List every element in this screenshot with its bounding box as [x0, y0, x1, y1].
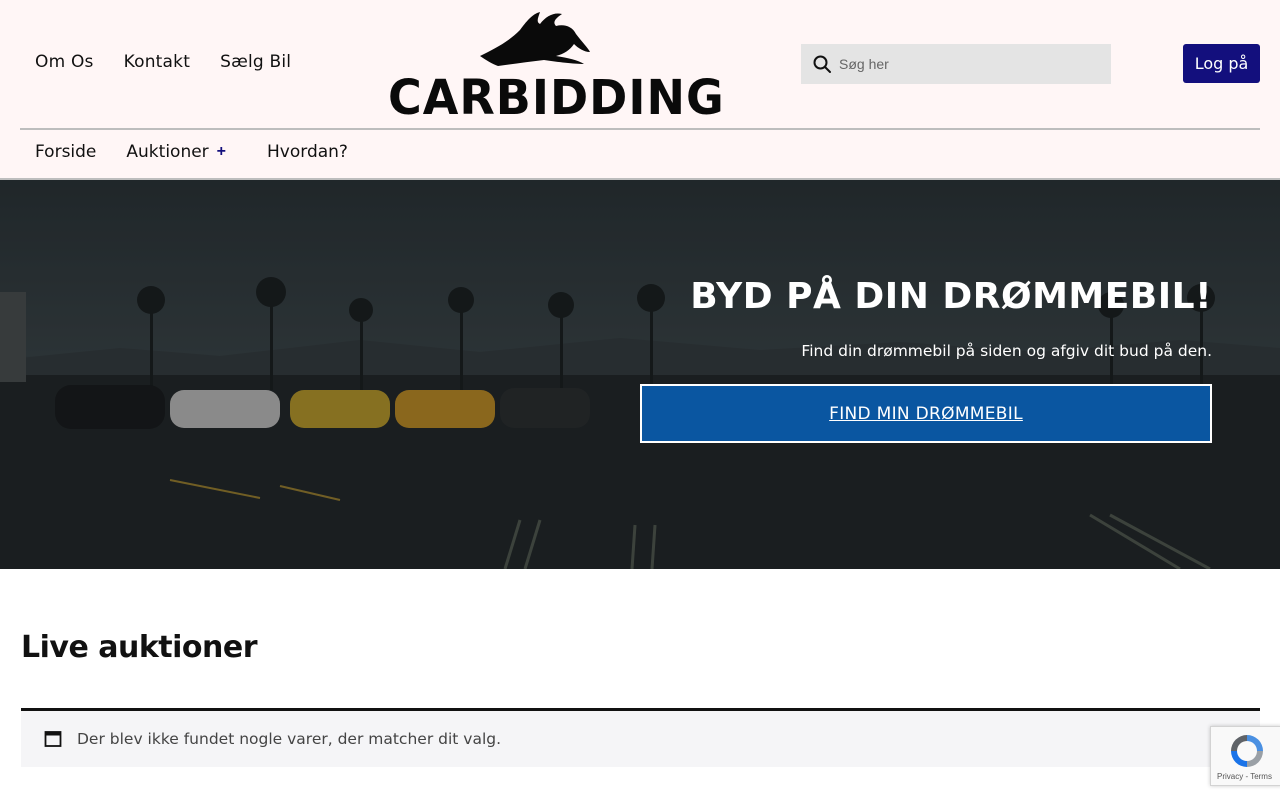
top-nav: Om Os Kontakt Sælg Bil: [35, 52, 291, 72]
nav-link-hvordan[interactable]: Hvordan?: [267, 142, 348, 162]
search-icon: [813, 55, 831, 73]
expand-plus-icon[interactable]: +: [217, 143, 226, 161]
nav-link-saelg-bil[interactable]: Sælg Bil: [220, 52, 291, 72]
login-button[interactable]: Log på: [1183, 44, 1260, 83]
search-box[interactable]: [801, 44, 1111, 84]
hero-background-image: [0, 180, 1280, 569]
empty-results-text: Der blev ikke fundet nogle varer, der ma…: [77, 730, 502, 748]
hero-subtitle: Find din drømmebil på siden og afgiv dit…: [801, 342, 1212, 360]
fox-logo-icon: [480, 12, 590, 66]
main-nav: Forside Auktioner + Hvordan?: [35, 142, 348, 162]
hero-banner: BYD PÅ DIN DRØMMEBIL! Find din drømmebil…: [0, 180, 1280, 569]
nav-link-om-os[interactable]: Om Os: [35, 52, 94, 72]
recaptcha-footer: Privacy - Terms: [1217, 772, 1272, 781]
nav-link-kontakt[interactable]: Kontakt: [124, 52, 190, 72]
logo-wordmark: CARBIDDING: [388, 68, 725, 126]
site-header: Om Os Kontakt Sælg Bil CARBIDDING Log på…: [0, 0, 1280, 180]
find-dream-car-button[interactable]: FIND MIN DRØMMEBIL: [640, 384, 1212, 443]
calendar-icon: [44, 731, 62, 747]
site-logo[interactable]: CARBIDDING: [388, 8, 725, 126]
empty-results-notice: Der blev ikke fundet nogle varer, der ma…: [21, 708, 1260, 767]
recaptcha-icon: [1231, 735, 1263, 767]
live-auctions-title: Live auktioner: [21, 630, 258, 665]
recaptcha-badge[interactable]: Privacy - Terms: [1210, 726, 1280, 786]
nav-link-auktioner[interactable]: Auktioner: [126, 142, 208, 162]
nav-link-forside[interactable]: Forside: [35, 142, 96, 162]
search-input[interactable]: [839, 56, 1089, 72]
hero-title: BYD PÅ DIN DRØMMEBIL!: [690, 276, 1212, 317]
header-divider: [20, 128, 1260, 130]
